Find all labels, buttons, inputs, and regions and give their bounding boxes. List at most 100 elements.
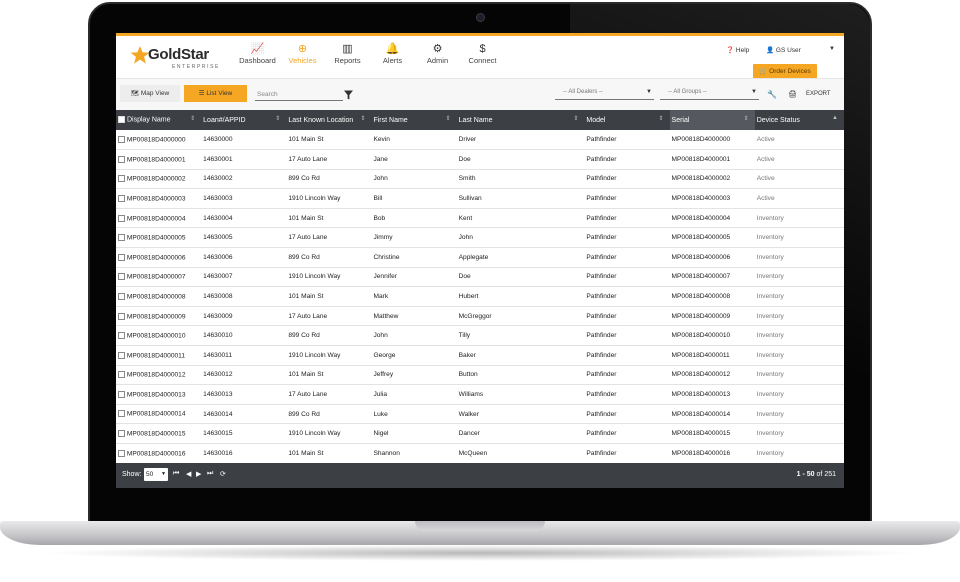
- row-checkbox[interactable]: [118, 410, 125, 418]
- export-button[interactable]: EXPORT: [806, 91, 831, 97]
- row-checkbox[interactable]: [118, 371, 125, 379]
- row-checkbox[interactable]: [118, 214, 125, 222]
- column-header[interactable]: Loan#/APPID ⇕: [201, 110, 286, 130]
- table-cell: John: [371, 326, 456, 346]
- table-row[interactable]: MP00818D4000010 14630010 899 Co Rd John Till…: [116, 326, 844, 346]
- table-row[interactable]: MP00818D4000000 14630000 101 Main St Kevin D…: [116, 130, 844, 150]
- column-header[interactable]: Model ⇕: [584, 110, 669, 130]
- nav-dashboard[interactable]: 📈 Dashboard: [236, 42, 279, 72]
- table-cell: MP00818D4000000: [116, 130, 201, 150]
- table-row[interactable]: MP00818D4000007 14630007 1910 Lincoln Way J…: [116, 267, 844, 287]
- row-checkbox[interactable]: [118, 351, 125, 359]
- sort-icon[interactable]: ⇕: [275, 115, 280, 122]
- page-size-select[interactable]: 50 ▼: [144, 468, 168, 481]
- row-checkbox[interactable]: [118, 449, 125, 457]
- sort-icon[interactable]: ⇕: [744, 115, 749, 122]
- table-cell: 101 Main St: [286, 365, 371, 385]
- chevron-down-icon[interactable]: ▼: [829, 46, 835, 52]
- table-row[interactable]: MP00818D4000013 14630013 17 Auto Lane Julia…: [116, 385, 844, 405]
- column-header[interactable]: First Name ⇕: [371, 110, 456, 130]
- cell-value: MP00818D4000008: [671, 293, 731, 301]
- cell-value: Inventory: [756, 312, 784, 320]
- row-checkbox[interactable]: [118, 253, 125, 261]
- nav-connect[interactable]: $ Connect: [461, 42, 504, 72]
- cell-value: Pathfinder: [586, 391, 617, 399]
- cell-value: Inventory: [756, 293, 784, 301]
- table-row[interactable]: MP00818D4000001 14630001 17 Auto Lane Jane D…: [116, 150, 844, 170]
- table-cell: John: [371, 169, 456, 189]
- table-row[interactable]: MP00818D4000004 14630004 101 Main St Bob Ken…: [116, 208, 844, 228]
- column-header[interactable]: Last Known Location ⇕: [286, 110, 371, 130]
- plus-circle-icon: ⊕: [297, 43, 308, 55]
- table-cell: MP00818D4000007: [670, 267, 755, 287]
- nav-admin[interactable]: ⚙ Admin: [416, 42, 459, 72]
- row-checkbox[interactable]: [118, 194, 125, 202]
- printer-icon[interactable]: 🖨: [788, 90, 797, 98]
- column-header[interactable]: Serial ⇕: [669, 110, 755, 130]
- sort-icon[interactable]: ⇕: [190, 115, 195, 122]
- cell-value: 14630001: [203, 155, 233, 163]
- table-row[interactable]: MP00818D4000006 14630006 899 Co Rd Christin…: [116, 248, 844, 268]
- goldstar-logo[interactable]: GoldStar ENTERPRISE: [130, 45, 230, 71]
- row-checkbox[interactable]: [118, 430, 125, 438]
- sort-icon[interactable]: ⇕: [573, 115, 578, 122]
- cell-value: John: [458, 234, 473, 242]
- sort-icon[interactable]: ⇕: [360, 115, 365, 122]
- table-row[interactable]: MP00818D4000008 14630008 101 Main St Mark Hu…: [116, 287, 844, 307]
- table-row[interactable]: MP00818D4000014 14630014 899 Co Rd Luke Walk…: [116, 404, 844, 424]
- table-cell: MP00818D4000016: [116, 444, 201, 464]
- column-header[interactable]: Display Name ⇕: [116, 110, 201, 130]
- table-row[interactable]: MP00818D4000016 14630016 101 Main St Shanno…: [116, 444, 844, 464]
- sort-icon[interactable]: ⇕: [446, 115, 451, 122]
- wrench-icon[interactable]: 🔧: [767, 90, 777, 99]
- nav-alerts[interactable]: 🔔 Alerts: [371, 42, 414, 72]
- refresh-icon[interactable]: ⟳: [220, 470, 226, 478]
- row-checkbox[interactable]: [118, 273, 125, 281]
- table-row[interactable]: MP00818D4000012 14630012 101 Main St Jeffre…: [116, 365, 844, 385]
- cell-value: George: [373, 351, 396, 359]
- order-devices-button[interactable]: 🛒 Order Devices: [753, 64, 817, 79]
- prev-page-icon[interactable]: ◀: [186, 470, 191, 478]
- list-view-button[interactable]: ☰ List View: [184, 85, 247, 102]
- help-link[interactable]: ❓ Help: [726, 46, 749, 54]
- sort-icon[interactable]: ⇕: [659, 115, 664, 122]
- table-row[interactable]: MP00818D4000005 14630005 17 Auto Lane Jimmy…: [116, 228, 844, 248]
- groups-dropdown[interactable]: -- All Groups -- ▼: [660, 88, 759, 100]
- row-checkbox[interactable]: [118, 390, 125, 398]
- next-page-icon[interactable]: ▶: [196, 470, 201, 478]
- column-header-label: Last Name: [458, 116, 493, 124]
- map-view-button[interactable]: 🗺 Map View: [120, 85, 180, 102]
- main-nav: 📈 Dashboard ⊕ Vehicles ▥ Reports 🔔 Alerts ⚙ Admin…: [236, 42, 506, 72]
- row-checkbox[interactable]: [118, 155, 125, 163]
- table-row[interactable]: MP00818D4000011 14630011 1910 Lincoln Way G…: [116, 346, 844, 366]
- last-page-icon[interactable]: ⏭: [207, 470, 213, 478]
- table-cell: Smith: [457, 169, 585, 189]
- column-header[interactable]: Last Name ⇕: [457, 110, 585, 130]
- row-checkbox[interactable]: [118, 234, 125, 242]
- filter-icon[interactable]: [344, 90, 353, 100]
- user-menu[interactable]: 👤 GS User: [766, 46, 801, 54]
- cell-value: Walker: [458, 410, 479, 418]
- table-cell: Pathfinder: [584, 248, 669, 268]
- cell-value: MP00818D4000009: [671, 312, 731, 320]
- dealers-dropdown[interactable]: -- All Dealers -- ▼: [555, 88, 654, 100]
- row-checkbox[interactable]: [118, 175, 125, 183]
- table-row[interactable]: MP00818D4000015 14630015 1910 Lincoln Way N…: [116, 424, 844, 444]
- search-input[interactable]: [255, 89, 343, 101]
- table-row[interactable]: MP00818D4000009 14630009 17 Auto Lane Matth…: [116, 306, 844, 326]
- row-checkbox[interactable]: [118, 332, 125, 340]
- row-checkbox[interactable]: [118, 135, 125, 143]
- select-all-checkbox[interactable]: [118, 116, 125, 124]
- row-checkbox[interactable]: [118, 292, 125, 300]
- sort-icon[interactable]: ▲: [832, 115, 838, 121]
- nav-reports[interactable]: ▥ Reports: [326, 42, 369, 72]
- table-row[interactable]: MP00818D4000002 14630002 899 Co Rd John Smit…: [116, 169, 844, 189]
- table-cell: MP00818D4000004: [670, 208, 755, 228]
- table-row[interactable]: MP00818D4000003 14630003 1910 Lincoln Way B…: [116, 189, 844, 209]
- nav-vehicles[interactable]: ⊕ Vehicles: [281, 42, 324, 72]
- table-cell: McGreggor: [457, 306, 585, 326]
- column-header[interactable]: Device Status ▲: [755, 110, 844, 130]
- first-page-icon[interactable]: ⏮: [173, 470, 179, 478]
- row-checkbox[interactable]: [118, 312, 125, 320]
- cell-value: MP00818D4000011: [126, 351, 186, 359]
